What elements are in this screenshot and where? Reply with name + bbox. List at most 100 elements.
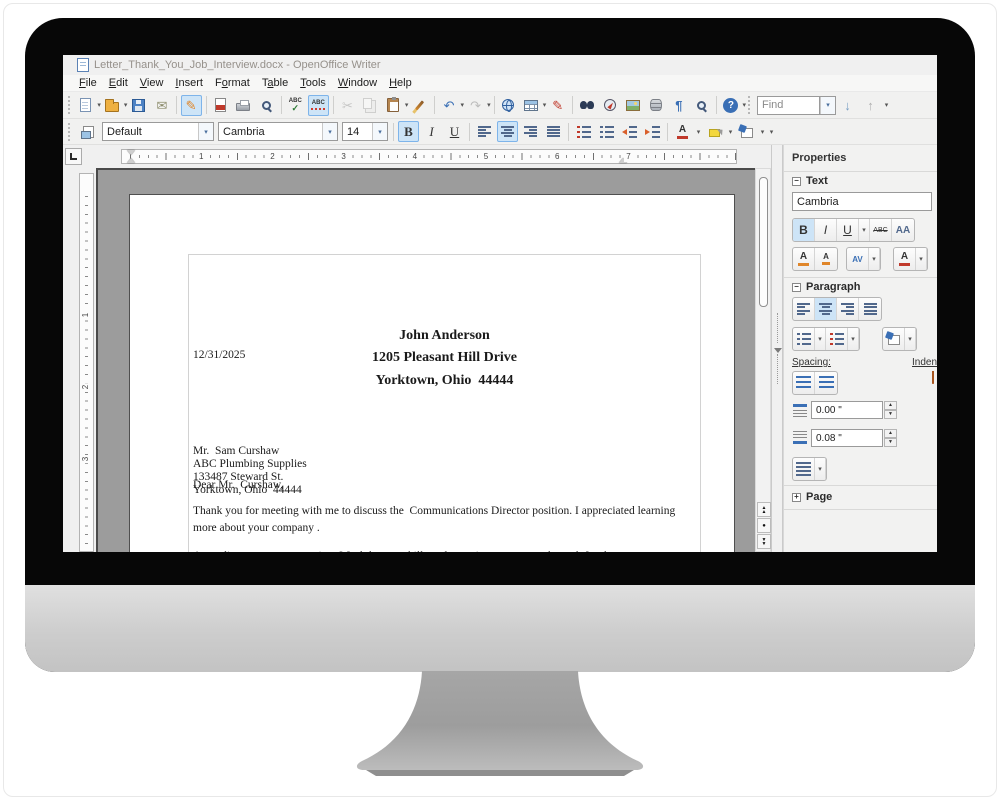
line-spacing-dropdown[interactable]: ▾ (815, 458, 826, 480)
title-bar[interactable]: Letter_Thank_You_Job_Interview.docx - Op… (63, 55, 937, 75)
align-right-button[interactable] (520, 121, 541, 142)
text-section-header[interactable]: − Text (792, 175, 937, 187)
left-indent-marker[interactable] (127, 158, 135, 163)
horizontal-ruler[interactable]: 1234567 (94, 145, 755, 168)
numbered-list-button[interactable] (573, 121, 594, 142)
menu-item[interactable]: Table (256, 77, 294, 89)
highlighting-dropdown[interactable]: ▾ (726, 121, 735, 142)
find-toolbar-grip[interactable] (748, 96, 753, 114)
page-section-header[interactable]: + Page (792, 491, 937, 503)
page-preview-button[interactable] (256, 95, 277, 116)
align-center-button[interactable] (497, 121, 518, 142)
bullet-list-button[interactable] (596, 121, 617, 142)
font-color-dropdown[interactable]: ▾ (916, 248, 927, 270)
find-replace-button[interactable] (576, 95, 597, 116)
export-pdf-button[interactable] (210, 95, 231, 116)
spin-up-button[interactable]: ▲ (884, 401, 897, 410)
background-color-button[interactable] (736, 121, 757, 142)
sidebar-splitter[interactable] (771, 145, 783, 552)
align-justify-button[interactable] (543, 121, 564, 142)
sidebar-font-color-button[interactable]: A (894, 248, 916, 270)
menu-item[interactable]: Tools (294, 77, 332, 89)
menu-item[interactable]: Format (209, 77, 256, 89)
character-dialog-button[interactable]: AA (892, 219, 914, 241)
paragraph-background-dropdown[interactable]: ▾ (905, 328, 916, 350)
increase-paragraph-spacing-button[interactable] (793, 372, 815, 394)
indent-spinner-clipped[interactable] (932, 403, 937, 425)
find-previous-button[interactable]: ↑ (860, 95, 881, 116)
navigate-by-button[interactable]: ● (757, 518, 771, 533)
navigator-button[interactable] (599, 95, 620, 116)
spin-up-button[interactable]: ▲ (884, 429, 897, 438)
sidebar-align-justify-button[interactable] (859, 298, 881, 320)
underline-button[interactable]: U (444, 121, 465, 142)
spacing-above-input[interactable] (811, 401, 883, 419)
undo-dropdown[interactable]: ▾ (461, 95, 465, 116)
auto-spellcheck-button[interactable]: ABC (308, 95, 329, 116)
show-draw-functions-button[interactable]: ✎ (547, 95, 568, 116)
character-spacing-dropdown[interactable]: ▾ (869, 248, 880, 270)
undo-button[interactable]: ↶ (439, 95, 460, 116)
menu-item[interactable]: Help (383, 77, 418, 89)
strikethrough-button[interactable]: ABC (870, 219, 892, 241)
background-color-dropdown[interactable]: ▾ (758, 121, 767, 142)
sidebar-bullet-list-button[interactable] (793, 328, 815, 350)
zoom-button[interactable] (691, 95, 712, 116)
paste-button[interactable] (383, 95, 404, 116)
vertical-ruler[interactable]: 123 (78, 168, 96, 552)
font-color-button[interactable]: A (672, 121, 693, 142)
edit-file-button[interactable]: ✎ (181, 95, 202, 116)
hyperlink-button[interactable] (498, 95, 519, 116)
sidebar-font-name-input[interactable] (792, 192, 932, 211)
new-document-dropdown[interactable]: ▾ (97, 95, 101, 116)
email-button[interactable]: ✉ (151, 95, 172, 116)
clone-formatting-button[interactable] (409, 95, 430, 116)
help-button[interactable]: ? (720, 95, 741, 116)
indent-button-clipped[interactable] (932, 371, 937, 393)
formatting-marks-button[interactable]: ¶ (668, 95, 689, 116)
open-button[interactable] (102, 95, 123, 116)
menu-item[interactable]: Edit (103, 77, 134, 89)
font-size-combobox[interactable]: 14 ▾ (342, 122, 388, 141)
open-dropdown[interactable]: ▾ (124, 95, 128, 116)
spin-down-button[interactable]: ▼ (884, 438, 897, 447)
collapse-icon[interactable]: − (792, 177, 801, 186)
hanging-indent-clipped[interactable] (932, 461, 937, 483)
sidebar-italic-button[interactable]: I (815, 219, 837, 241)
line-spacing-button[interactable] (793, 458, 815, 480)
highlighting-button[interactable] (704, 121, 725, 142)
underline-dropdown[interactable]: ▾ (859, 219, 870, 241)
font-color-dropdown[interactable]: ▾ (694, 121, 703, 142)
sidebar-align-center-button[interactable] (815, 298, 837, 320)
print-button[interactable] (233, 95, 254, 116)
new-document-button[interactable] (75, 95, 96, 116)
paragraph-background-button[interactable] (883, 328, 905, 350)
toolbar-grip[interactable] (68, 96, 70, 114)
expand-icon[interactable]: + (792, 493, 801, 502)
increase-indent-button[interactable] (642, 121, 663, 142)
insert-table-dropdown[interactable]: ▾ (543, 95, 547, 116)
bullet-list-dropdown[interactable]: ▾ (815, 328, 826, 350)
sidebar-numbered-list-button[interactable] (826, 328, 848, 350)
align-left-button[interactable] (474, 121, 495, 142)
collapse-icon[interactable]: − (792, 283, 801, 292)
document-page[interactable]: John Anderson1205 Pleasant Hill DriveYor… (129, 194, 735, 552)
sidebar-underline-button[interactable]: U (837, 219, 859, 241)
menu-item[interactable]: Insert (169, 77, 209, 89)
find-history-dropdown[interactable]: ▾ (819, 96, 836, 115)
sidebar-align-left-button[interactable] (793, 298, 815, 320)
menu-item[interactable]: File (73, 77, 103, 89)
font-name-combobox[interactable]: Cambria ▾ (218, 122, 338, 141)
increase-font-size-button[interactable]: A (793, 248, 815, 270)
insert-table-button[interactable] (521, 95, 542, 116)
gallery-button[interactable] (622, 95, 643, 116)
scrollbar-thumb[interactable] (759, 177, 768, 307)
paragraph-style-combobox[interactable]: Default ▾ (102, 122, 214, 141)
menu-item[interactable]: Window (332, 77, 383, 89)
indent-spinner-clipped[interactable] (932, 431, 937, 453)
character-spacing-button[interactable]: AV (847, 248, 869, 270)
decrease-paragraph-spacing-button[interactable] (815, 372, 837, 394)
numbered-list-dropdown[interactable]: ▾ (848, 328, 859, 350)
redo-dropdown[interactable]: ▾ (487, 95, 491, 116)
sidebar-bold-button[interactable]: B (793, 219, 815, 241)
